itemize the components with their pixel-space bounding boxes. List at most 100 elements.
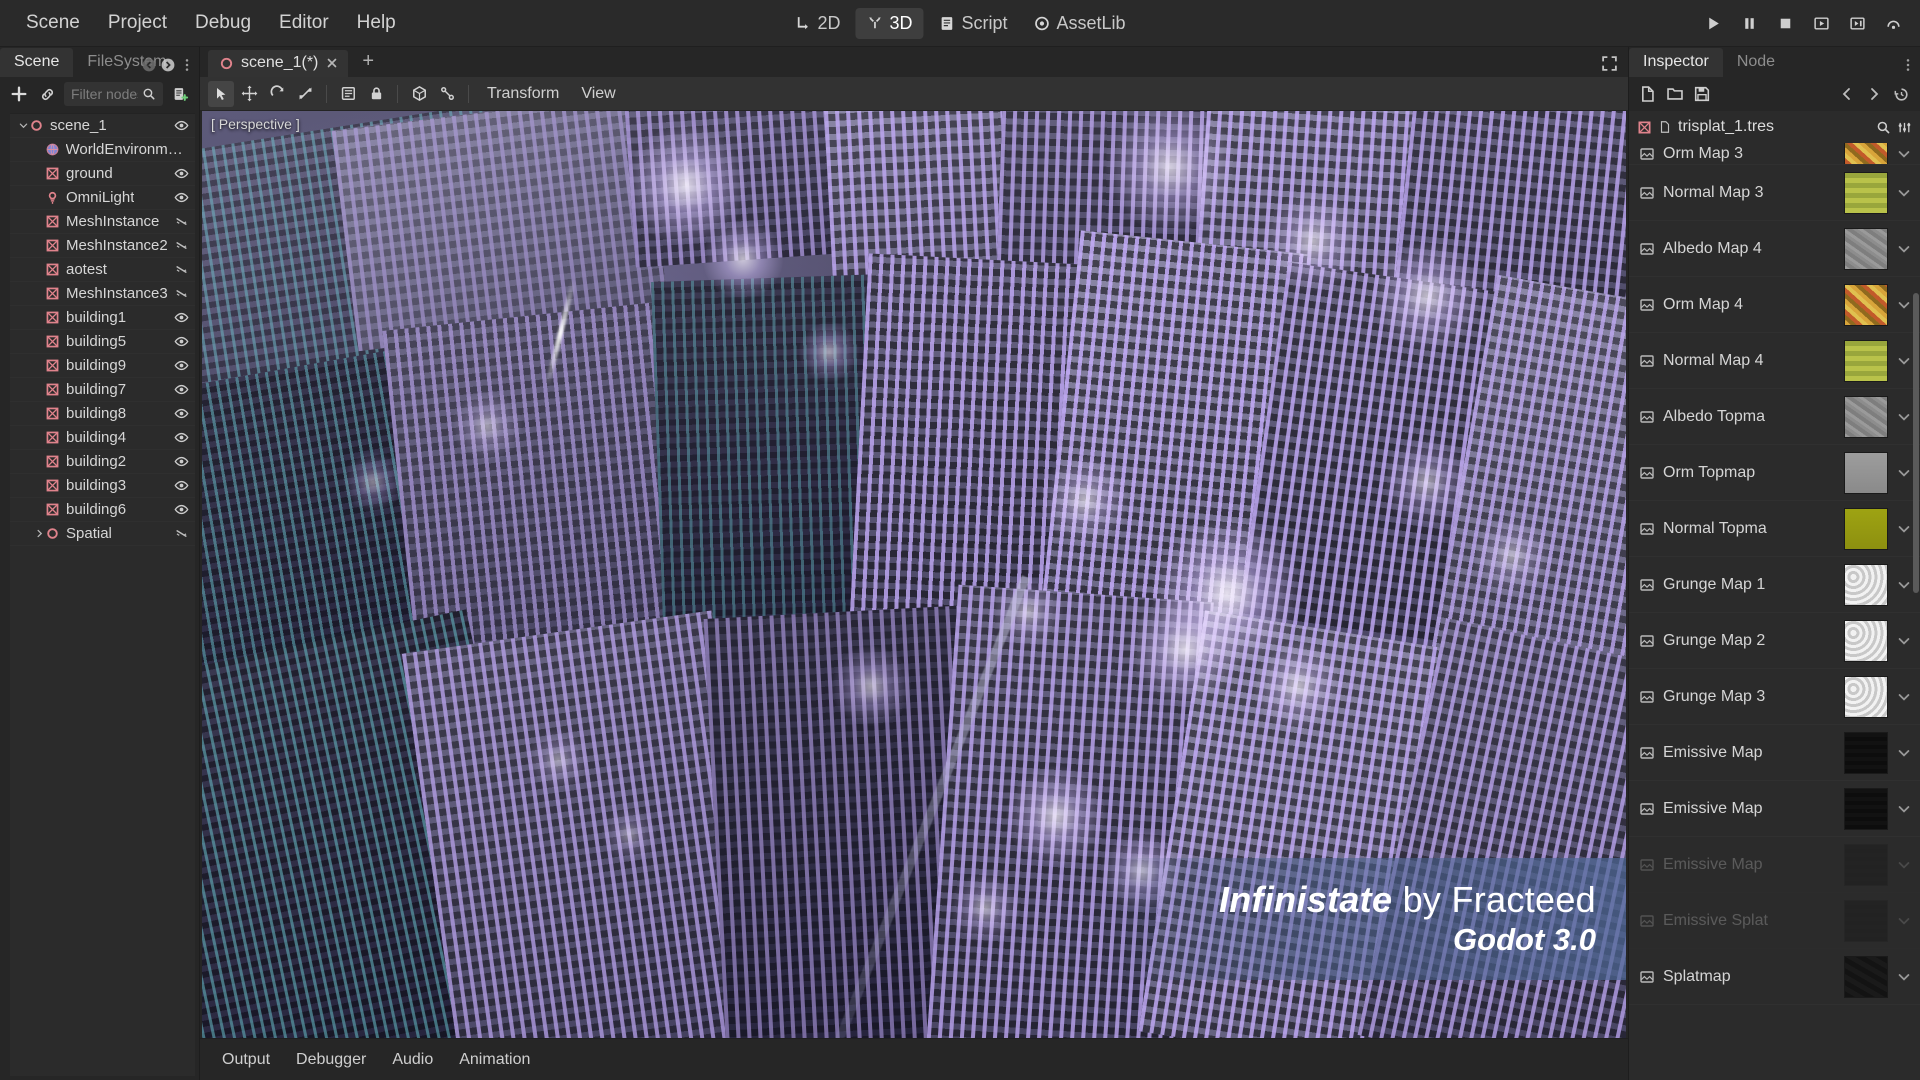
texture-preview[interactable] — [1844, 143, 1888, 165]
property-row[interactable]: Orm Map 4 — [1629, 277, 1920, 333]
visibility-off-icon[interactable] — [174, 238, 189, 253]
chevron-down-icon[interactable] — [1896, 241, 1912, 257]
property-row[interactable]: Splatmap — [1629, 949, 1920, 1005]
bottom-tab-animation[interactable]: Animation — [447, 1045, 542, 1075]
visibility-on-icon[interactable] — [174, 430, 189, 445]
property-row[interactable]: Normal Map 4 — [1629, 333, 1920, 389]
texture-preview[interactable] — [1844, 620, 1888, 662]
property-row[interactable]: Grunge Map 2 — [1629, 613, 1920, 669]
visibility-on-icon[interactable] — [174, 406, 189, 421]
pause-button[interactable] — [1732, 6, 1766, 40]
tree-item-building4[interactable]: building4 — [10, 426, 195, 450]
dock-menu-icon[interactable] — [1900, 57, 1916, 73]
menu-help[interactable]: Help — [345, 7, 408, 39]
property-row[interactable]: Normal Topma — [1629, 501, 1920, 557]
next-tab-icon[interactable] — [160, 57, 176, 73]
tree-item-building1[interactable]: building1 — [10, 306, 195, 330]
play-custom-scene-button[interactable] — [1840, 6, 1874, 40]
chevron-down-icon[interactable] — [1896, 801, 1912, 817]
texture-preview[interactable] — [1844, 788, 1888, 830]
visibility-on-icon[interactable] — [174, 118, 189, 133]
visibility-on-icon[interactable] — [174, 166, 189, 181]
tree-item-worldenvironment[interactable]: WorldEnvironment — [10, 138, 195, 162]
texture-preview[interactable] — [1844, 508, 1888, 550]
tab-node[interactable]: Node — [1723, 48, 1789, 77]
chevron-down-icon[interactable] — [1896, 185, 1912, 201]
visibility-on-icon[interactable] — [174, 358, 189, 373]
property-row[interactable]: Grunge Map 3 — [1629, 669, 1920, 725]
property-row[interactable]: Albedo Topma — [1629, 389, 1920, 445]
mode-3d-button[interactable]: 3D — [855, 8, 923, 39]
mode-script-button[interactable]: Script — [927, 8, 1018, 39]
tree-item-building9[interactable]: building9 — [10, 354, 195, 378]
local-space-button[interactable] — [406, 81, 432, 107]
history-forward-button[interactable] — [1863, 83, 1885, 105]
texture-preview[interactable] — [1844, 340, 1888, 382]
texture-preview[interactable] — [1844, 284, 1888, 326]
new-scene-tab-button[interactable]: + — [356, 51, 380, 73]
scene-tab-scene_1[interactable]: scene_1(*) — [208, 50, 348, 77]
scale-mode-button[interactable] — [292, 81, 318, 107]
property-list[interactable]: Orm Map 3Normal Map 3Albedo Map 4Orm Map… — [1629, 143, 1920, 1080]
chevron-down-icon[interactable] — [1896, 913, 1912, 929]
property-row[interactable]: Grunge Map 1 — [1629, 557, 1920, 613]
list-select-button[interactable] — [335, 81, 361, 107]
visibility-off-icon[interactable] — [174, 262, 189, 277]
texture-preview[interactable] — [1844, 956, 1888, 998]
property-row[interactable]: Orm Topmap — [1629, 445, 1920, 501]
lock-button[interactable] — [363, 81, 389, 107]
tree-item-building6[interactable]: building6 — [10, 498, 195, 522]
tree-item-building2[interactable]: building2 — [10, 450, 195, 474]
distraction-free-icon[interactable] — [1601, 55, 1618, 72]
menu-editor[interactable]: Editor — [267, 7, 341, 39]
tree-item-building5[interactable]: building5 — [10, 330, 195, 354]
add-node-button[interactable] — [8, 83, 30, 105]
filter-nodes-input[interactable] — [71, 86, 138, 102]
create-script-button[interactable] — [169, 83, 191, 105]
tab-scene[interactable]: Scene — [0, 48, 73, 77]
twisty-closed-icon[interactable] — [34, 528, 45, 539]
search-icon[interactable] — [1876, 120, 1891, 135]
bottom-tab-audio[interactable]: Audio — [380, 1045, 445, 1075]
texture-preview[interactable] — [1844, 396, 1888, 438]
visibility-on-icon[interactable] — [174, 502, 189, 517]
visibility-on-icon[interactable] — [174, 382, 189, 397]
chevron-down-icon[interactable] — [1896, 353, 1912, 369]
texture-preview[interactable] — [1844, 452, 1888, 494]
mode-assetlib-button[interactable]: AssetLib — [1023, 8, 1137, 39]
property-row[interactable]: Emissive Map — [1629, 781, 1920, 837]
tree-item-building8[interactable]: building8 — [10, 402, 195, 426]
chevron-down-icon[interactable] — [1896, 577, 1912, 593]
tree-item-aotest[interactable]: aotest — [10, 258, 195, 282]
property-row[interactable]: Emissive Map — [1629, 837, 1920, 893]
texture-preview[interactable] — [1844, 732, 1888, 774]
texture-preview[interactable] — [1844, 844, 1888, 886]
bottom-tab-debugger[interactable]: Debugger — [284, 1045, 378, 1075]
scene-tree[interactable]: scene_1WorldEnvironmentgroundOmniLightMe… — [10, 113, 195, 1076]
property-row[interactable]: Albedo Map 4 — [1629, 221, 1920, 277]
menu-project[interactable]: Project — [96, 7, 179, 39]
visibility-on-icon[interactable] — [174, 334, 189, 349]
snap-mode-button[interactable] — [434, 81, 460, 107]
history-back-button[interactable] — [1836, 83, 1858, 105]
prev-tab-icon[interactable] — [141, 57, 157, 73]
chevron-down-icon[interactable] — [1896, 297, 1912, 313]
tree-item-meshinstance[interactable]: MeshInstance — [10, 210, 195, 234]
tab-inspector[interactable]: Inspector — [1629, 48, 1723, 77]
chevron-down-icon[interactable] — [1896, 465, 1912, 481]
chevron-down-icon[interactable] — [1896, 409, 1912, 425]
twisty-open-icon[interactable] — [18, 120, 29, 131]
tree-item-building7[interactable]: building7 — [10, 378, 195, 402]
play-scene-button[interactable] — [1804, 6, 1838, 40]
instance-scene-button[interactable] — [36, 83, 58, 105]
inspected-resource-row[interactable]: trisplat_1.tres — [1629, 111, 1920, 143]
property-row[interactable]: Emissive Map — [1629, 725, 1920, 781]
visibility-on-icon[interactable] — [174, 190, 189, 205]
visibility-off-icon[interactable] — [174, 286, 189, 301]
tree-item-scene_1[interactable]: scene_1 — [10, 114, 195, 138]
save-resource-button[interactable] — [1691, 83, 1713, 105]
menu-scene[interactable]: Scene — [14, 7, 92, 39]
visibility-on-icon[interactable] — [174, 478, 189, 493]
filter-nodes-box[interactable] — [64, 82, 163, 106]
3d-viewport[interactable]: [ Perspective ] Infinistate by Fracteed … — [202, 111, 1626, 1038]
